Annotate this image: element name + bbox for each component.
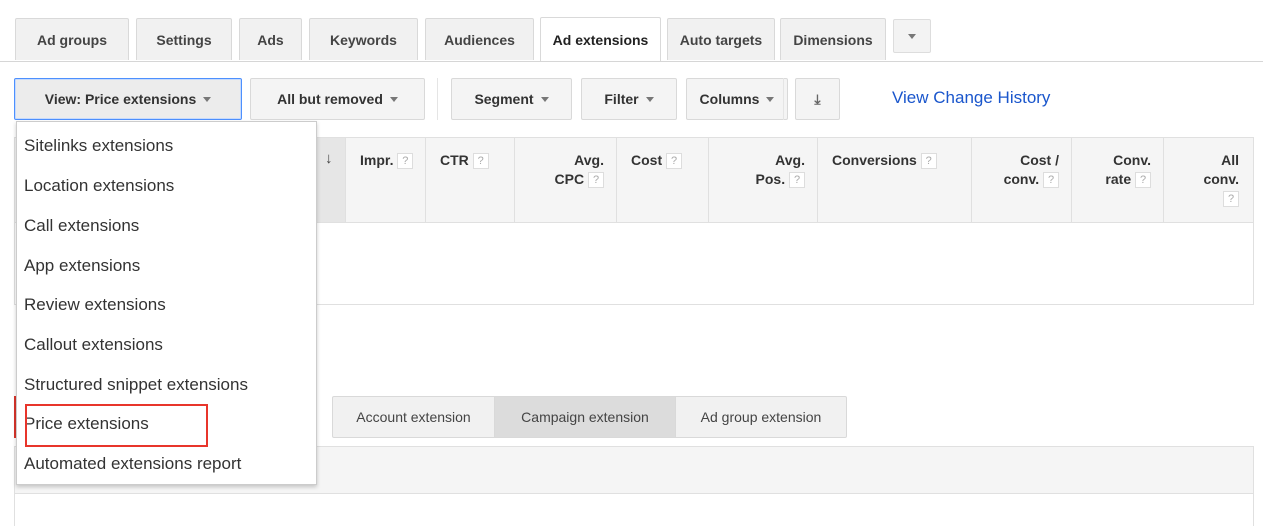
toolbar-divider [783, 78, 784, 120]
account-extension-tab[interactable]: Account extension [332, 396, 495, 438]
header-text: CTR [440, 152, 469, 168]
help-icon[interactable]: ? [1135, 172, 1151, 188]
column-header-conv-rate[interactable]: Conv. rate ? [1071, 138, 1163, 222]
help-icon[interactable]: ? [666, 153, 683, 169]
chevron-down-icon [766, 96, 775, 102]
segment-label: Ad group extension [700, 409, 822, 425]
tab-keywords[interactable]: Keywords [309, 18, 418, 60]
menu-item-app[interactable]: App extensions [24, 256, 140, 276]
help-icon[interactable]: ? [588, 172, 604, 188]
status-filter-dropdown[interactable]: All but removed [250, 78, 425, 120]
tab-ad-groups[interactable]: Ad groups [15, 18, 129, 60]
chevron-down-icon [203, 96, 212, 102]
filter-dropdown[interactable]: Filter [581, 78, 677, 120]
view-dropdown[interactable]: View: Price extensions [14, 78, 242, 120]
download-icon: ⤓ [814, 90, 821, 107]
column-header-all-conv[interactable]: All conv.? [1163, 138, 1253, 222]
help-icon[interactable]: ? [920, 153, 937, 169]
chevron-down-icon [540, 96, 549, 102]
header-text: rate [1105, 171, 1132, 187]
columns-label: Columns [699, 91, 760, 107]
column-header-avg-cpc[interactable]: Avg. CPC ? [514, 138, 616, 222]
chevron-down-icon [389, 96, 398, 102]
tab-label: Ad extensions [552, 31, 649, 48]
menu-item-call[interactable]: Call extensions [24, 216, 139, 236]
header-text: CPC [554, 171, 585, 187]
column-header-cost[interactable]: Cost ? [616, 138, 708, 222]
tab-dimensions[interactable]: Dimensions [780, 18, 886, 60]
column-header-ctr[interactable]: CTR ? [425, 138, 514, 222]
toolbar-divider [437, 78, 438, 120]
columns-dropdown[interactable]: Columns [686, 78, 788, 120]
help-icon[interactable]: ? [472, 153, 489, 169]
header-text: Avg. [574, 152, 604, 168]
header-text: All [1221, 152, 1239, 168]
header-text: Cost / [1020, 152, 1059, 168]
header-text: Avg. [775, 152, 805, 168]
tab-settings[interactable]: Settings [136, 18, 232, 60]
header-text: conv. [1003, 171, 1040, 187]
ad-group-extension-tab[interactable]: Ad group extension [675, 396, 847, 438]
chevron-down-icon [645, 96, 654, 102]
column-header-conversions[interactable]: Conversions ? [817, 138, 971, 222]
header-text: Cost [631, 152, 663, 168]
column-header-cost-per-conv[interactable]: Cost / conv. ? [971, 138, 1071, 222]
menu-item-structured-snippet[interactable]: Structured snippet extensions [24, 375, 248, 395]
menu-item-automated-report[interactable]: Automated extensions report [24, 454, 241, 474]
help-icon[interactable]: ? [789, 172, 805, 188]
menu-item-review[interactable]: Review extensions [24, 295, 166, 315]
tab-label: Audiences [444, 31, 515, 48]
segment-dropdown[interactable]: Segment [451, 78, 572, 120]
help-icon[interactable]: ? [1223, 191, 1239, 207]
price-extensions-highlight-box [25, 404, 208, 447]
view-label: View: Price extensions [44, 91, 197, 107]
tab-ads[interactable]: Ads [239, 18, 302, 60]
download-button[interactable]: ⤓ [795, 78, 840, 120]
filter-label: Filter [604, 91, 639, 107]
tab-label: Auto targets [679, 31, 763, 48]
tab-audiences[interactable]: Audiences [425, 18, 534, 60]
sort-descending-icon: ↓ [325, 150, 333, 167]
header-text: Pos. [755, 171, 786, 187]
tab-ad-extensions[interactable]: Ad extensions [540, 17, 661, 61]
view-change-history-link[interactable]: View Change History [892, 88, 1050, 108]
more-tabs-button[interactable] [893, 19, 931, 53]
tab-bar: Ad groups Settings Ads Keywords Audience… [0, 0, 1263, 62]
status-filter-label: All but removed [277, 91, 383, 107]
help-icon[interactable]: ? [397, 153, 414, 169]
tab-label: Ads [257, 31, 284, 48]
help-icon[interactable]: ? [1043, 172, 1059, 188]
tab-label: Ad groups [37, 31, 107, 48]
menu-item-sitelinks[interactable]: Sitelinks extensions [24, 136, 173, 156]
menu-item-callout[interactable]: Callout extensions [24, 335, 163, 355]
header-text: Conv. [1113, 152, 1151, 168]
header-text: conv. [1203, 171, 1239, 187]
tab-label: Dimensions [793, 31, 873, 48]
tab-label: Keywords [330, 31, 397, 48]
header-text: Conversions [832, 152, 917, 168]
campaign-extension-tab[interactable]: Campaign extension [494, 396, 676, 438]
menu-item-location[interactable]: Location extensions [24, 176, 174, 196]
segment-label: Campaign extension [521, 409, 649, 425]
segment-label: Account extension [356, 409, 471, 425]
segment-label: Segment [474, 91, 534, 107]
header-text: Impr. [360, 152, 394, 168]
tab-label: Settings [156, 31, 212, 48]
tab-auto-targets[interactable]: Auto targets [667, 18, 775, 60]
column-header-impr[interactable]: Impr. ? [345, 138, 425, 222]
column-header-avg-pos[interactable]: Avg. Pos. ? [708, 138, 817, 222]
chevron-down-icon [908, 33, 916, 39]
